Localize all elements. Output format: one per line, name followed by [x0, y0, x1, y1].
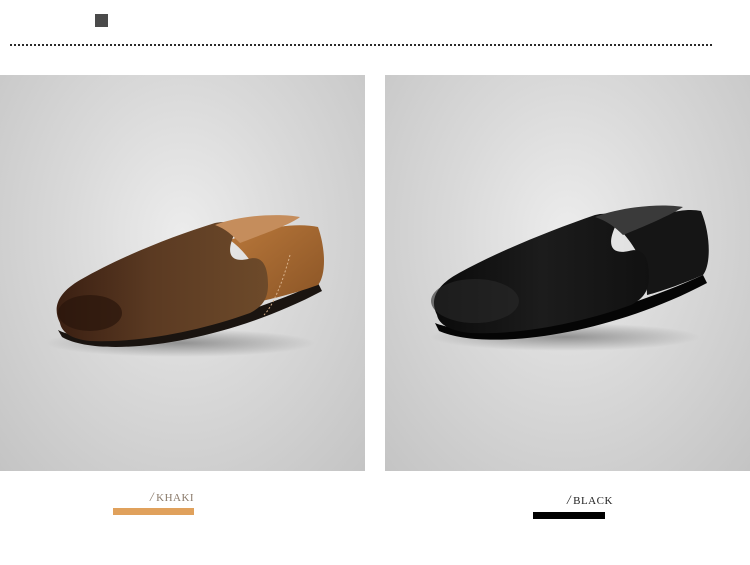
decorative-square	[95, 14, 108, 27]
variant-name: BLACK	[573, 495, 613, 507]
dotted-divider	[10, 44, 712, 46]
variant-name: KHAKI	[156, 492, 195, 504]
product-image-khaki	[0, 75, 365, 471]
variant-label-khaki: / KHAKI	[150, 489, 194, 505]
shoe-black-icon	[430, 205, 709, 351]
variant-label-black: / BLACK	[567, 492, 613, 508]
shoe-khaki-icon	[45, 215, 324, 357]
color-swatch-bar-black	[533, 512, 605, 519]
color-swatch-bar-khaki	[113, 508, 194, 515]
label-slash: /	[567, 492, 572, 507]
product-image-black	[385, 75, 750, 471]
label-slash: /	[150, 489, 155, 504]
